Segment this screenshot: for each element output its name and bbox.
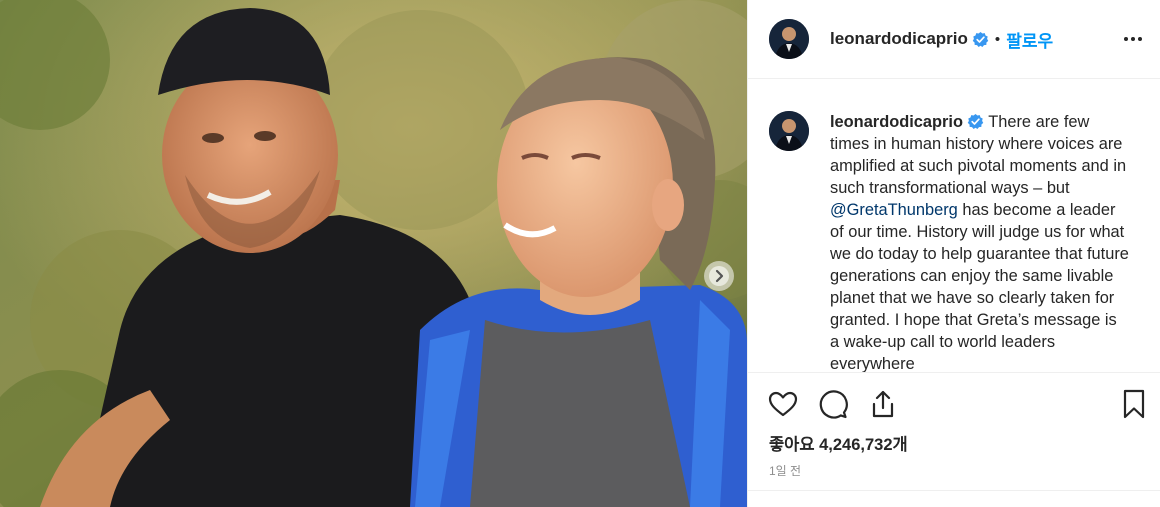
chevron-right-icon — [709, 266, 729, 286]
caption-username[interactable]: leonardodicaprio — [830, 113, 963, 131]
avatar-image — [769, 19, 809, 59]
caption-avatar[interactable] — [769, 111, 809, 151]
post-timestamp[interactable]: 1일 전 — [769, 462, 801, 479]
caption-area[interactable]: leonardodicaprio There are few times in … — [748, 79, 1160, 373]
heart-icon[interactable] — [767, 388, 799, 420]
action-bar — [748, 374, 1160, 434]
post-photo[interactable] — [0, 0, 747, 507]
verified-badge-icon — [967, 113, 984, 130]
likes-count[interactable]: 좋아요 4,246,732개 — [769, 431, 908, 455]
mention-link[interactable]: @GretaThunberg — [830, 201, 958, 219]
verified-badge-icon — [972, 31, 989, 47]
share-icon[interactable] — [867, 388, 899, 420]
avatar[interactable] — [769, 19, 809, 59]
caption-text: leonardodicaprio There are few times in … — [830, 111, 1130, 373]
post-header: leonardodicaprio • 팔로우 — [748, 0, 1160, 79]
post-photo-image — [0, 0, 747, 507]
separator-dot: • — [994, 30, 1001, 48]
caption-body-end: has become a leader of our time. History… — [830, 201, 1129, 373]
follow-button[interactable]: 팔로우 — [1006, 27, 1053, 52]
comment-icon[interactable] — [817, 388, 849, 420]
carousel-next-button[interactable] — [704, 261, 734, 291]
post-sidebar: leonardodicaprio • 팔로우 leonardodicaprio … — [747, 0, 1160, 507]
post-username[interactable]: leonardodicaprio — [830, 29, 968, 49]
avatar-image — [769, 111, 809, 151]
more-options-button[interactable] — [1121, 27, 1145, 51]
bookmark-icon[interactable] — [1118, 388, 1150, 420]
divider — [748, 490, 1160, 491]
more-options-icon — [1124, 37, 1142, 41]
caption-row: leonardodicaprio There are few times in … — [769, 111, 1130, 373]
